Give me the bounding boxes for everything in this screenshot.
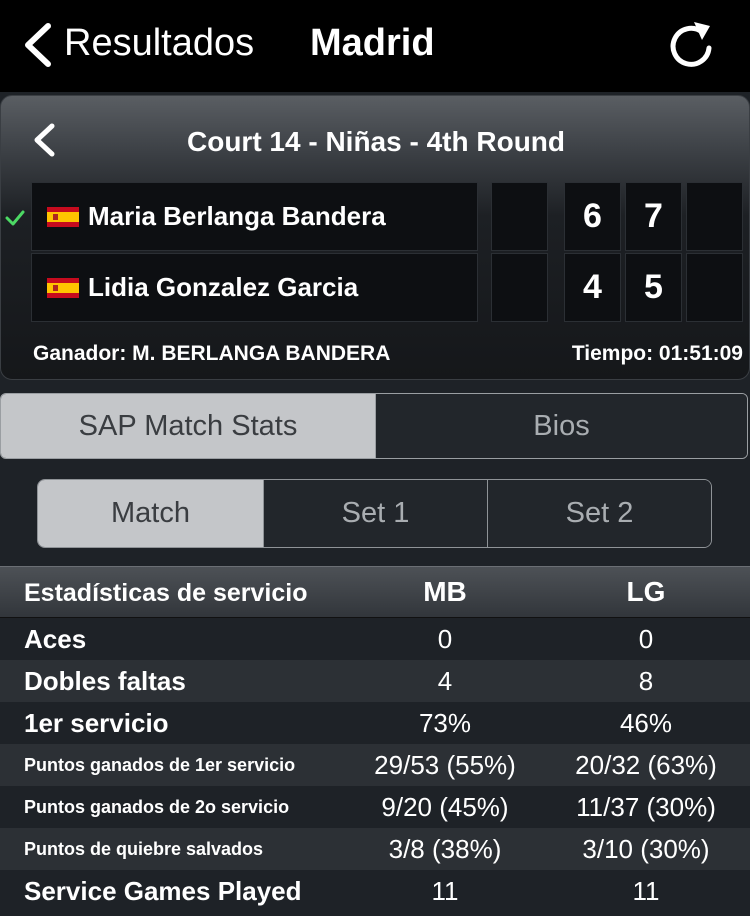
player-row: Maria Berlanga Bandera [31, 182, 478, 251]
table-row: Dobles faltas 4 8 [0, 660, 750, 702]
set-score: 4 [564, 253, 621, 322]
set-score: 6 [564, 182, 621, 251]
table-row: Service Games Played 11 11 [0, 870, 750, 912]
stat-value-p2: 46% [619, 708, 673, 738]
stat-value-p2: 0 [638, 624, 654, 654]
table-row: Puntos de quiebre salvados 3/8 (38%) 3/1… [0, 828, 750, 870]
player-name: Lidia Gonzalez Garcia [88, 272, 359, 302]
set-score [686, 182, 743, 251]
refresh-icon[interactable] [668, 20, 714, 68]
stat-label: Aces [24, 624, 87, 654]
tab-match[interactable]: Match [38, 480, 263, 547]
table-row: 1er servicio 73% 46% [0, 702, 750, 744]
set-score [491, 253, 548, 322]
stat-value-p1: 3/8 (38%) [388, 834, 502, 864]
tab-set-2[interactable]: Set 2 [487, 480, 711, 547]
stat-value-p1: 9/20 (45%) [381, 792, 509, 822]
checkmark-icon [5, 210, 25, 226]
tab-bios[interactable]: Bios [375, 394, 747, 458]
player2-abbrev: LG [626, 576, 666, 607]
stat-label: Puntos de quiebre salvados [24, 839, 264, 859]
chevron-left-icon[interactable] [20, 22, 54, 68]
table-row: Puntos ganados de 1er servicio 29/53 (55… [0, 744, 750, 786]
tab-sap-match-stats[interactable]: SAP Match Stats [1, 394, 375, 458]
table-header: Estadísticas de servicio MB LG [0, 566, 750, 618]
set-score: 5 [625, 253, 682, 322]
stat-value-p2: 3/10 (30%) [582, 834, 710, 864]
set-score [686, 253, 743, 322]
stat-label: Dobles faltas [24, 666, 186, 696]
player1-abbrev: MB [423, 576, 467, 607]
set-score: 7 [625, 182, 682, 251]
stat-value-p1: 29/53 (55%) [374, 750, 516, 780]
stat-value-p1: 0 [437, 624, 453, 654]
stat-label: Puntos ganados de 2o servicio [24, 797, 290, 817]
tab-set-1[interactable]: Set 1 [263, 480, 487, 547]
stat-value-p1: 11 [431, 876, 459, 906]
set-score [491, 182, 548, 251]
player-name: Maria Berlanga Bandera [88, 201, 386, 231]
page-title: Madrid [310, 22, 435, 64]
nav-bar: Resultados Madrid [0, 0, 750, 92]
stat-value-p2: 8 [638, 666, 654, 696]
stat-value-p1: 73% [418, 708, 472, 738]
score-card: Court 14 - Niñas - 4th Round Maria Berla… [0, 95, 750, 380]
stat-label: 1er servicio [24, 708, 169, 738]
stat-value-p1: 4 [437, 666, 453, 696]
stat-value-p2: 11 [632, 876, 660, 906]
match-title: Court 14 - Niñas - 4th Round [187, 126, 565, 157]
player-row: Lidia Gonzalez Garcia [31, 253, 478, 322]
spain-flag-icon [47, 207, 79, 227]
stat-value-p2: 11/37 (30%) [576, 792, 716, 822]
set-tabs: Match Set 1 Set 2 [37, 479, 712, 548]
match-time: Tiempo: 01:51:09 [571, 342, 743, 365]
table-row: Aces 0 0 [0, 618, 750, 660]
stat-label: Service Games Played [24, 876, 302, 906]
table-header-label: Estadísticas de servicio [24, 579, 308, 607]
stat-value-p2: 20/32 (63%) [575, 750, 717, 780]
spain-flag-icon [47, 278, 79, 298]
back-button[interactable]: Resultados [64, 18, 254, 68]
stat-label: Puntos ganados de 1er servicio [24, 755, 296, 775]
stats-bios-tabs: SAP Match Stats Bios [0, 393, 748, 459]
table-row: Puntos ganados de 2o servicio 9/20 (45%)… [0, 786, 750, 828]
winner-label: Ganador: M. BERLANGA BANDERA [33, 342, 391, 365]
service-stats-table: Estadísticas de servicio MB LG Aces 0 0 … [0, 566, 750, 912]
